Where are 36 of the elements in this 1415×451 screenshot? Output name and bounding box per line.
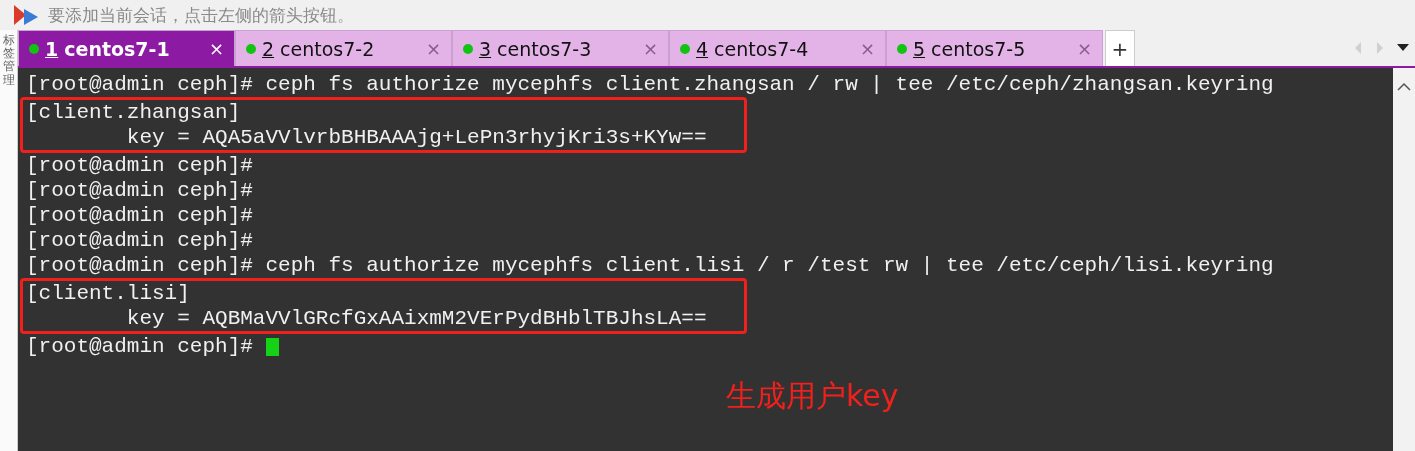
tab-label: centos7-3 (497, 37, 593, 60)
terminal-line: [root@admin ceph]# ceph fs authorize mycephfs client.lisi / r /test rw | tee /etc/ceph/lisi.keyring (26, 253, 1274, 278)
terminal-line: key = AQBMaVVlGRcfGxAAixmM2VErPydBHblTBJhsLA== (125, 306, 708, 331)
session-tab[interactable]: 5 centos7-5 × (886, 30, 1103, 66)
tab-label: centos7-1 (64, 37, 171, 60)
terminal-line: [root@admin ceph]# (26, 153, 253, 178)
tab-number: 1 (45, 37, 59, 60)
new-tab-button[interactable]: + (1105, 30, 1135, 66)
session-tab[interactable]: 2 centos7-2 × (235, 30, 452, 66)
terminal-line: key = AQA5aVVlvrbBHBAAAjg+LePn3rhyjKri3s+KYw== (125, 125, 708, 150)
scroll-up-icon[interactable] (1397, 82, 1411, 91)
terminal-line: [root@admin ceph]# ceph fs authorize mycephfs client.zhangsan / rw | tee /etc/ceph/zhangsan.keyring (26, 72, 1274, 97)
tab-number: 4 (696, 37, 709, 60)
terminal-line: [client.zhangsan] (26, 100, 242, 125)
terminal-line: [root@admin ceph]# (26, 228, 253, 253)
tab-number: 3 (479, 37, 492, 60)
terminal-line: [root@admin ceph]# (26, 178, 253, 203)
annotation-text: 生成用户key (726, 377, 899, 415)
terminal-line: [client.lisi] (26, 281, 191, 306)
session-tab[interactable]: 1 centos7-1 × (18, 30, 235, 66)
side-panel-tab[interactable]: 标签管理 (0, 30, 18, 451)
tab-label: centos7-4 (714, 37, 810, 60)
dropdown-icon[interactable] (1397, 44, 1409, 52)
tab-label: centos7-5 (931, 37, 1027, 60)
scroll-right-icon[interactable] (1375, 41, 1385, 55)
terminal-line: [root@admin ceph]# (26, 203, 253, 228)
session-tab[interactable]: 4 centos7-4 × (669, 30, 886, 66)
scroll-left-icon[interactable] (1353, 41, 1363, 55)
hint-text: 要添加当前会话，点击左侧的箭头按钮。 (48, 3, 354, 27)
scrollbar[interactable] (1393, 68, 1415, 451)
terminal-line: [root@admin ceph]# (26, 334, 253, 359)
tab-number: 2 (262, 37, 275, 60)
tab-label: centos7-2 (280, 37, 376, 60)
close-icon[interactable]: × (208, 38, 224, 59)
tab-number: 5 (913, 37, 926, 60)
session-tab[interactable]: 3 centos7-3 × (452, 30, 669, 66)
